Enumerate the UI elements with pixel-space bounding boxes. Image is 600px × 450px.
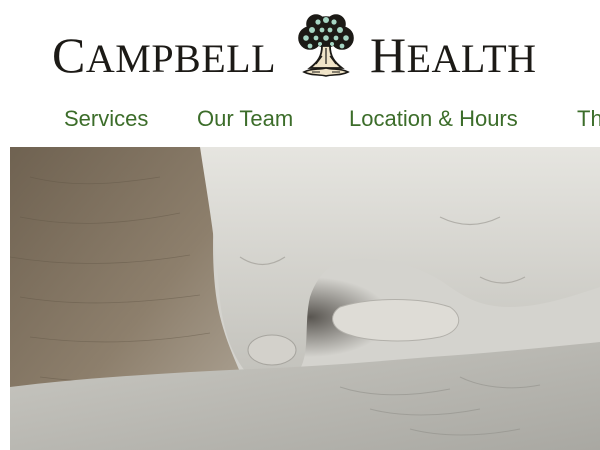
- nav-item-truncated[interactable]: Th: [577, 104, 600, 134]
- logo-rest-ampbell: AMPBELL: [85, 36, 277, 81]
- nav-item-our-team[interactable]: Our Team: [197, 104, 293, 134]
- nav-item-location-hours[interactable]: Location & Hours: [349, 104, 518, 134]
- site-logo[interactable]: CAMPBELL HEALTH: [52, 10, 552, 90]
- logo-word-health: HEALTH: [370, 30, 537, 80]
- logo-word-campbell: CAMPBELL: [52, 30, 276, 80]
- nav-item-services[interactable]: Services: [64, 104, 148, 134]
- hero-image: [10, 147, 600, 450]
- logo-rest-ealth: EALTH: [406, 36, 537, 81]
- holding-hands-photo: [10, 147, 600, 450]
- tree-logo-icon: [288, 10, 364, 86]
- logo-initial-c: C: [52, 27, 86, 83]
- logo-initial-h: H: [370, 27, 407, 83]
- main-navigation: Services Our Team Location & Hours Th: [0, 104, 600, 138]
